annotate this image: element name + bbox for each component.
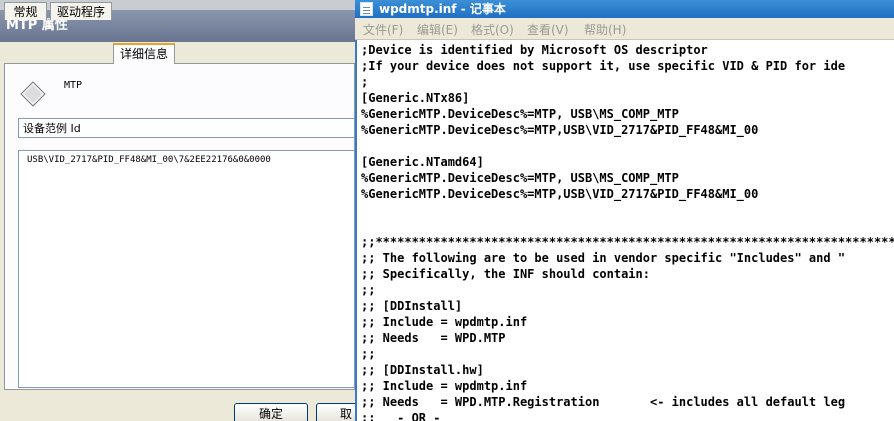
notepad-line: ;; - OR - <box>361 411 441 421</box>
property-value[interactable]: USB\VID_2717&PID_FF48&MI_00\7&2EE22176&0… <box>27 155 271 165</box>
notepad-title: wpdmtp.inf - 记事本 <box>379 2 506 16</box>
notepad-line: ;; The following are to be used in vendo… <box>361 251 846 265</box>
notepad-line: ;; Include = wpdmtp.inf <box>361 315 528 329</box>
notepad-left-border <box>355 40 357 421</box>
notepad-text-area[interactable]: ;Device is identified by Microsoft OS de… <box>361 42 894 421</box>
device-name: MTP <box>64 80 83 91</box>
notepad-titlebar[interactable]: wpdmtp.inf - 记事本 <box>355 0 894 18</box>
menu-view[interactable]: 查看(V) <box>527 21 569 38</box>
properties-dialog: MTP 属性 常规 驱动程序 详细信息 MTP 设备范例 Id USB\VID_… <box>0 0 355 421</box>
notepad-line: ; <box>361 75 369 89</box>
notepad-line: [Generic.NTx86] <box>361 91 470 105</box>
cancel-button[interactable]: 取 <box>316 403 355 421</box>
tab-details[interactable]: 详细信息 <box>113 43 175 64</box>
notepad-line: ;; Specifically, the INF should contain: <box>361 267 650 281</box>
tab-driver[interactable]: 驱动程序 <box>50 2 112 20</box>
notepad-line: ;; Include = wpdmtp.inf <box>361 379 528 393</box>
notepad-line: ;; <box>361 347 376 361</box>
notepad-line <box>361 138 894 154</box>
menu-format[interactable]: 格式(O) <box>471 21 514 38</box>
device-icon <box>20 81 46 107</box>
notepad-line: %GenericMTP.DeviceDesc%=MTP,USB\VID_2717… <box>361 187 759 201</box>
menu-edit[interactable]: 编辑(E) <box>417 21 458 38</box>
notepad-line: ;Device is identified by Microsoft OS de… <box>361 43 708 57</box>
notepad-line: ;; Needs = WPD.MTP <box>361 331 506 345</box>
menu-help[interactable]: 帮助(H) <box>584 21 626 38</box>
property-select[interactable]: 设备范例 Id <box>18 118 355 138</box>
notepad-window: wpdmtp.inf - 记事本 文件(F) 编辑(E) 格式(O) 查看(V)… <box>355 0 894 421</box>
notepad-line: ;; Needs = WPD.MTP.Registration <- inclu… <box>361 395 846 409</box>
notepad-line: ;;**************************************… <box>361 235 894 249</box>
tab-general[interactable]: 常规 <box>4 2 47 20</box>
menu-file[interactable]: 文件(F) <box>363 21 403 38</box>
notepad-menubar: 文件(F) 编辑(E) 格式(O) 查看(V) 帮助(H) <box>355 18 894 40</box>
notepad-icon <box>360 2 373 16</box>
ok-button[interactable]: 确定 <box>234 403 308 421</box>
notepad-line: ;; <box>361 283 376 297</box>
notepad-line <box>361 202 894 218</box>
notepad-line: ;; [DDInstall.hw] <box>361 363 484 377</box>
notepad-line: %GenericMTP.DeviceDesc%=MTP,USB\VID_2717… <box>361 123 759 137</box>
notepad-line: ;; [DDInstall] <box>361 299 463 313</box>
notepad-line: %GenericMTP.DeviceDesc%=MTP, USB\MS_COMP… <box>361 107 679 121</box>
notepad-line: ;If your device does not support it, use… <box>361 59 846 73</box>
notepad-line <box>361 218 894 234</box>
property-value-list[interactable]: USB\VID_2717&PID_FF48&MI_00\7&2EE22176&0… <box>18 150 355 388</box>
notepad-line: %GenericMTP.DeviceDesc%=MTP, USB\MS_COMP… <box>361 171 679 185</box>
notepad-line: [Generic.NTamd64] <box>361 155 484 169</box>
